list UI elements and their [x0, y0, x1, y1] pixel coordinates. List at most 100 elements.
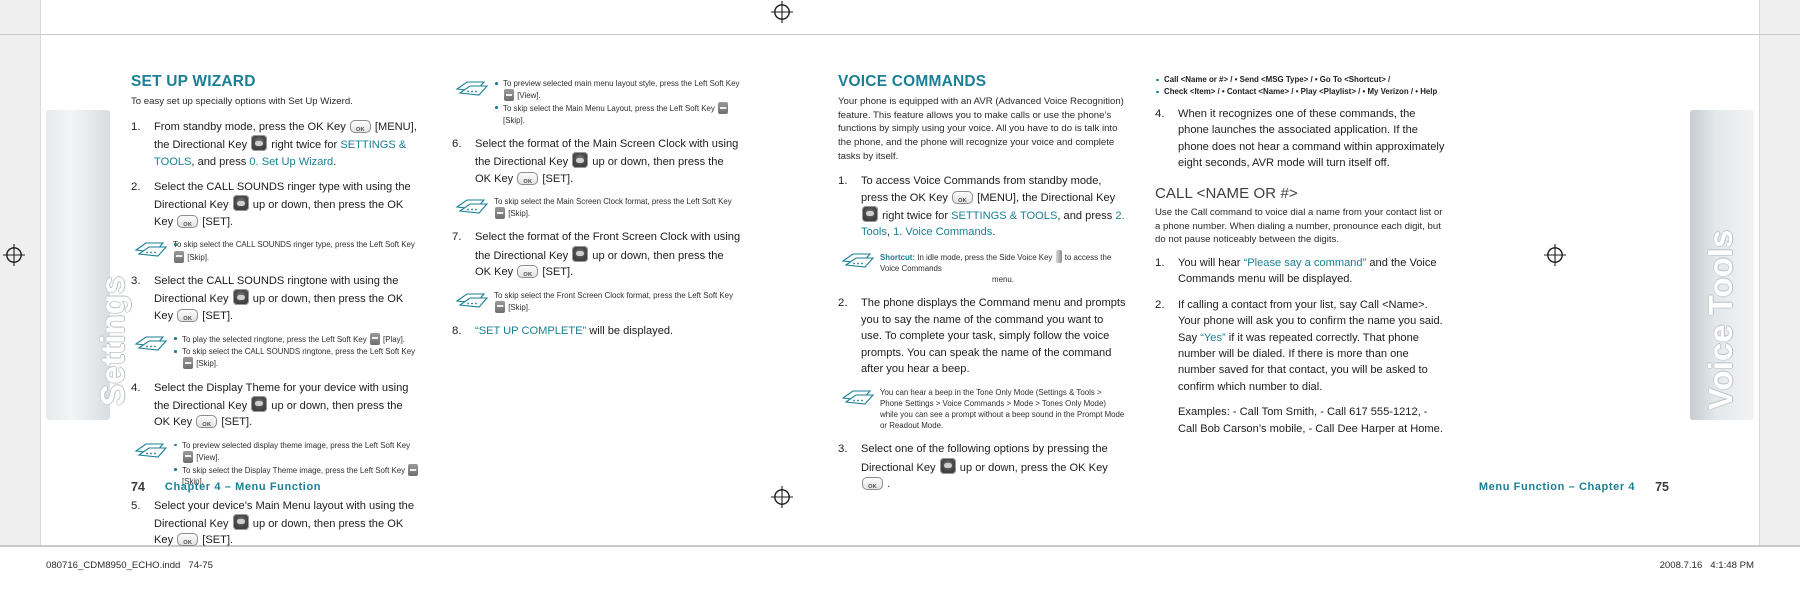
note-cards-icon [133, 333, 169, 353]
step-3: 3. Select the CALL SOUNDS ringtone with … [131, 273, 421, 327]
step-1-post: right twice for [268, 139, 341, 152]
vc-step-1-number: 1. [838, 175, 848, 188]
note-text: To play the selected ringtone, press the… [182, 334, 369, 344]
command-list-line-2: Check <Item> / • Contact <Name> / • Play… [1155, 86, 1445, 98]
ok-key-icon [177, 308, 199, 327]
call-step-1-quoted: “Please say a command” [1243, 256, 1367, 269]
top-trim-line [0, 34, 1800, 35]
call-examples-text: Examples: - Call Tom Smith, - Call 617 5… [1178, 406, 1443, 435]
left-soft-key-icon [174, 250, 184, 263]
command-list-line-1: Call <Name or #> / • Send <MSG Type> / •… [1155, 74, 1445, 86]
page-title-set-up-wizard: SET UP WIZARD [131, 73, 256, 90]
vc-step-1-between: , and press [1057, 210, 1116, 223]
vc-step-3: 3. Select one of the following options b… [838, 441, 1126, 496]
vc-step-3-post: . [884, 478, 891, 491]
directional-key-icon [572, 245, 589, 262]
step-6-number: 6. [452, 137, 462, 150]
shortcut-pre: In idle mode, press the Side Voice Key [915, 252, 1055, 262]
note-beep: You can hear a beep in the Tone Only Mod… [838, 387, 1126, 432]
note-after-step-6: To skip select the Main Screen Clock for… [452, 196, 742, 220]
left-soft-key-icon [369, 332, 380, 345]
note-item: To preview selected main menu layout sty… [494, 78, 742, 102]
vc-step-1-link-settings-tools[interactable]: SETTINGS & TOOLS [951, 210, 1057, 222]
vc-step-1-link-voice-commands[interactable]: 1. Voice Commands [893, 226, 992, 238]
set-up-wizard-step-8: 8. “SET UP COMPLETE” will be displayed. [452, 323, 742, 339]
column-three: VOICE COMMANDS Your phone is equipped wi… [838, 73, 1126, 502]
note-item: To preview selected display theme image,… [173, 440, 421, 463]
left-page-footer: 74 Chapter 4 – Menu Function [131, 480, 321, 494]
side-voice-key-icon [1055, 249, 1062, 263]
right-running-head: Menu Function – Chapter 4 [1478, 481, 1636, 493]
vc-step-1-post: right twice for [879, 210, 952, 223]
note-text-end: [Play]. [380, 334, 405, 344]
column-four: Call <Name or #> / • Send <MSG Type> / •… [1155, 74, 1445, 446]
note-item: To skip select the Main Menu Layout, pre… [494, 102, 742, 125]
step-8-quoted: “SET UP COMPLETE” [475, 325, 587, 338]
shortcut-line2: menu. [992, 275, 1014, 285]
note-after-step-7: To skip select the Front Screen Clock fo… [452, 290, 742, 313]
registration-mark-left [3, 244, 25, 266]
note-cards-icon [454, 290, 490, 310]
set-up-wizard-steps-cont3: 5. Select your device’s Main Menu layout… [131, 498, 421, 552]
voice-commands-intro: Your phone is equipped with an AVR (Adva… [838, 96, 1124, 162]
note-after-step-2: To skip select the CALL SOUNDS ringer ty… [131, 239, 421, 263]
note-text-end: [View]. [515, 91, 541, 101]
left-soft-key-icon [495, 300, 505, 313]
note-text-end: [Skip]. [506, 302, 531, 312]
note-text-end: [Skip]. [194, 359, 219, 369]
call-step-1: 1. You will hear “Please say a command” … [1155, 255, 1445, 288]
note-after-step-2-list: To skip select the CALL SOUNDS ringer ty… [173, 239, 421, 263]
note-text: To skip select the Main Menu Layout, pre… [503, 104, 718, 114]
step-8-number: 8. [452, 325, 462, 338]
directional-key-icon [251, 395, 268, 412]
step-2-post: [SET]. [199, 215, 234, 228]
directional-key-icon [232, 289, 249, 306]
voice-command-list: Call <Name or #> / • Send <MSG Type> / •… [1155, 74, 1445, 98]
ok-key-icon [349, 119, 371, 138]
left-running-head: Chapter 4 – Menu Function [164, 481, 322, 493]
call-step-1-pre: You will hear [1178, 256, 1244, 269]
note-text: To preview selected display theme image,… [182, 440, 411, 450]
set-up-wizard-steps-cont2: 4. Select the Display Theme for your dev… [131, 380, 421, 434]
note-cards-icon [840, 250, 876, 270]
note-text-end: [Skip]. [185, 252, 210, 262]
step-1: 1. From standby mode, press the OK Key [… [131, 119, 421, 170]
voice-commands-steps: 1. To access Voice Commands from standby… [838, 173, 1126, 241]
step-2-number: 2. [131, 181, 141, 194]
left-soft-key-icon [718, 102, 729, 115]
left-soft-key-icon [183, 357, 193, 370]
note-after-step-3: To play the selected ringtone, press the… [131, 332, 421, 370]
left-soft-key-icon [183, 450, 193, 463]
note-main-menu-layout: To preview selected main menu layout sty… [452, 78, 742, 126]
step-3-number: 3. [131, 274, 141, 287]
note-shortcut: Shortcut: In idle mode, press the Side V… [838, 249, 1126, 286]
ok-key-icon [517, 171, 539, 190]
step-1-link-set-up-wizard[interactable]: 0. Set Up Wizard [249, 156, 333, 168]
call-step-2-quoted: “Yes” [1200, 331, 1226, 344]
step-8-rest: will be displayed. [586, 325, 674, 338]
note-cards-icon [454, 196, 490, 216]
slug-divider [0, 546, 1800, 547]
step-7: 7. Select the format of the Front Screen… [452, 229, 742, 283]
step-3-post: [SET]. [199, 309, 234, 322]
directional-key-icon [232, 513, 249, 530]
thumb-tab-settings: Settings [46, 110, 131, 420]
left-edge-strip [0, 0, 40, 589]
ok-key-icon [862, 477, 883, 496]
vc-step-2-number: 2. [838, 297, 848, 310]
registration-mark-top [771, 1, 793, 23]
note-item: To play the selected ringtone, press the… [173, 332, 421, 345]
note-text-end: [Skip]. [503, 115, 525, 125]
left-page-number: 74 [131, 480, 145, 494]
vc-step-1: 1. To access Voice Commands from standby… [838, 173, 1126, 241]
call-step-2-number: 2. [1155, 298, 1165, 311]
vc-step-1-end: . [992, 226, 996, 239]
note-text: To skip select the Main Screen Clock for… [494, 197, 732, 207]
note-text-end: [View]. [194, 452, 220, 462]
voice-commands-steps-cont: 2. The phone displays the Command menu a… [838, 295, 1126, 377]
note-main-menu-layout-list: To preview selected main menu layout sty… [494, 78, 742, 126]
right-page-number: 75 [1655, 480, 1669, 494]
note-item: To skip select the CALL SOUNDS ringer ty… [173, 239, 421, 263]
print-slug-bar: 080716_CDM8950_ECHO.indd 74-75 2008.7.16… [0, 546, 1800, 589]
column-two: To preview selected main menu layout sty… [452, 74, 742, 348]
